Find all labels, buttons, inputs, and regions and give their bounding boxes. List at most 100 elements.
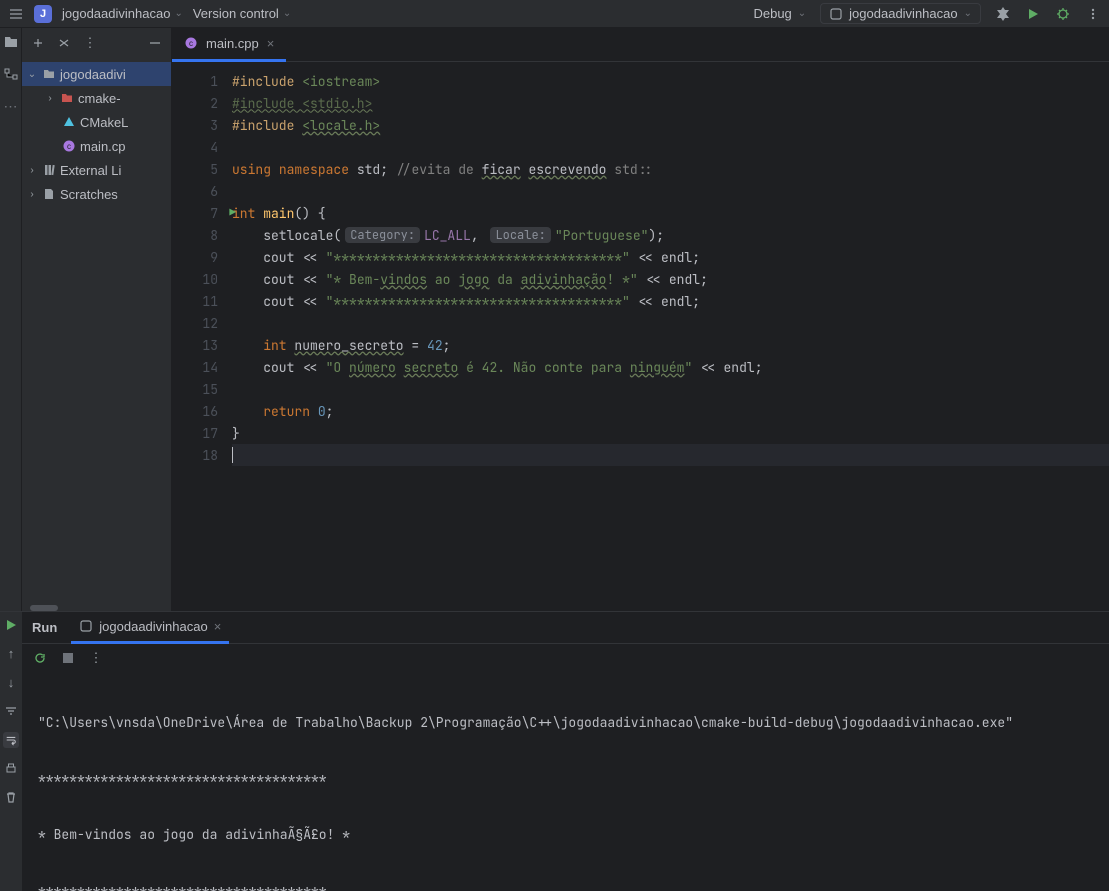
chevron-right-icon[interactable]: ›: [26, 165, 38, 176]
line-number: 14: [172, 356, 232, 378]
vc-label: Version control: [193, 6, 279, 21]
line-number: 18: [172, 444, 232, 466]
debug-selector[interactable]: Debug ⌄: [753, 6, 806, 21]
up-icon[interactable]: ↑: [8, 646, 15, 661]
code-content[interactable]: #include <iostream> #include <stdio.h> #…: [232, 62, 1109, 611]
line-number: 13: [172, 334, 232, 356]
chevron-down-icon[interactable]: ⌄: [26, 69, 38, 80]
console-line: *************************************: [38, 770, 1093, 792]
version-control-menu[interactable]: Version control ⌄: [193, 6, 291, 21]
tree-file-main[interactable]: c main.cp: [22, 134, 171, 158]
line-number: 6: [172, 180, 232, 202]
rerun-icon[interactable]: [32, 650, 48, 666]
collapse-icon[interactable]: [56, 35, 72, 51]
gutter: 1 2 3 4 5 6 7▶ 8 9 10 11 12 13 14 15 16 …: [172, 62, 232, 611]
line-number: 17: [172, 422, 232, 444]
run-icon[interactable]: [1025, 6, 1041, 22]
run-panel-tabs: Run jogodaadivinhacao ×: [22, 612, 1109, 644]
editor-area: c main.cpp × 1 2 3 4 5 6 7▶ 8 9 10 11 12…: [172, 28, 1109, 611]
folder-icon: [60, 91, 74, 105]
tree-scratches[interactable]: › Scratches: [22, 182, 171, 206]
tree-cmakelists-label: CMakeL: [80, 115, 128, 130]
code-editor[interactable]: 1 2 3 4 5 6 7▶ 8 9 10 11 12 13 14 15 16 …: [172, 62, 1109, 611]
build-icon[interactable]: [995, 6, 1011, 22]
top-bar: J jogodaadivinhacao ⌄ Version control ⌄ …: [0, 0, 1109, 28]
project-tree[interactable]: ⌄ jogodaadivi › cmake- CMakeL: [22, 58, 171, 607]
line-number: 7▶: [172, 202, 232, 224]
tree-cmake-label: cmake-: [78, 91, 121, 106]
console-line: *************************************: [38, 882, 1093, 891]
console-output[interactable]: "C:\Users\vnsda\OneDrive\Área de Trabalh…: [22, 672, 1109, 891]
cmake-file-icon: [62, 115, 76, 129]
more-icon[interactable]: [1085, 6, 1101, 22]
editor-tab-main[interactable]: c main.cpp ×: [172, 28, 286, 62]
line-number: 4: [172, 136, 232, 158]
tree-root[interactable]: ⌄ jogodaadivi: [22, 62, 171, 86]
main-area: ⋯ ⋮ ⌄ jogodaadivi ›: [0, 28, 1109, 611]
run-panel-main: Run jogodaadivinhacao × ⋮ "C:\Users\vnsd…: [22, 612, 1109, 891]
delete-icon[interactable]: [4, 790, 18, 804]
stop-icon[interactable]: [60, 650, 76, 666]
run-gutter-icon[interactable]: ▶: [229, 206, 236, 220]
line-number: 8: [172, 224, 232, 246]
line-number: 5: [172, 158, 232, 180]
text-cursor: [232, 447, 233, 463]
close-icon[interactable]: ×: [214, 619, 222, 634]
svg-text:c: c: [189, 39, 193, 48]
project-name-label: jogodaadivinhacao: [62, 6, 170, 21]
tool-window-rail: ⋯: [0, 28, 22, 611]
scratches-icon: [42, 187, 56, 201]
chevron-down-icon: ⌄: [283, 8, 291, 19]
more-options-icon[interactable]: ⋮: [82, 35, 98, 51]
down-icon[interactable]: ↓: [8, 675, 15, 690]
chevron-right-icon[interactable]: ›: [26, 189, 38, 200]
chevron-right-icon[interactable]: ›: [44, 93, 56, 104]
sidebar-toolbar: ⋮: [22, 28, 171, 58]
close-icon[interactable]: ×: [267, 36, 275, 51]
tree-folder-cmake[interactable]: › cmake-: [22, 86, 171, 110]
line-number: 11: [172, 290, 232, 312]
project-selector[interactable]: jogodaadivinhacao ⌄: [62, 6, 183, 21]
project-sidebar: ⋮ ⌄ jogodaadivi › cmake-: [22, 28, 172, 611]
chevron-down-icon: ⌄: [964, 8, 972, 19]
line-number: 9: [172, 246, 232, 268]
line-number: 10: [172, 268, 232, 290]
print-icon[interactable]: [4, 762, 18, 776]
tree-root-label: jogodaadivi: [60, 67, 126, 82]
library-icon: [42, 163, 56, 177]
more-tool-icon[interactable]: ⋯: [4, 98, 18, 115]
line-number: 1: [172, 70, 232, 92]
tree-scratches-label: Scratches: [60, 187, 118, 202]
console-line: * Bem-vindos ao jogo da adivinhaÃ§Ã£o! *: [38, 826, 1093, 848]
tree-external-label: External Li: [60, 163, 121, 178]
main-menu-icon[interactable]: [8, 6, 24, 22]
run-panel-rail: ↑ ↓: [0, 612, 22, 891]
project-tool-icon[interactable]: [3, 34, 19, 50]
project-badge: J: [34, 5, 52, 23]
line-number: 15: [172, 378, 232, 400]
line-number: 2: [172, 92, 232, 114]
line-number: 16: [172, 400, 232, 422]
hide-icon[interactable]: [147, 35, 163, 51]
tree-external-libs[interactable]: › External Li: [22, 158, 171, 182]
line-number: 3: [172, 114, 232, 136]
debug-icon[interactable]: [1055, 6, 1071, 22]
app-icon: [79, 619, 93, 633]
wrap-icon[interactable]: [3, 732, 19, 748]
editor-tabs: c main.cpp ×: [172, 28, 1109, 62]
structure-tool-icon[interactable]: [3, 66, 19, 82]
rerun-icon[interactable]: [4, 618, 18, 632]
run-config-selector[interactable]: jogodaadivinhacao ⌄: [820, 3, 981, 24]
expand-icon[interactable]: [30, 35, 46, 51]
run-config-tab-label: jogodaadivinhacao: [99, 619, 207, 634]
chevron-down-icon: ⌄: [174, 8, 182, 19]
tree-file-cmakelists[interactable]: CMakeL: [22, 110, 171, 134]
svg-text:c: c: [67, 142, 71, 151]
filter-icon[interactable]: [4, 704, 18, 718]
run-config-label: jogodaadivinhacao: [849, 6, 957, 21]
line-number: 12: [172, 312, 232, 334]
chevron-down-icon: ⌄: [798, 8, 806, 19]
more-icon[interactable]: ⋮: [88, 650, 104, 666]
run-config-tab[interactable]: jogodaadivinhacao ×: [71, 612, 229, 644]
run-panel: ↑ ↓ Run jogodaadivinhacao × ⋮ "C:\Users\…: [0, 611, 1109, 891]
